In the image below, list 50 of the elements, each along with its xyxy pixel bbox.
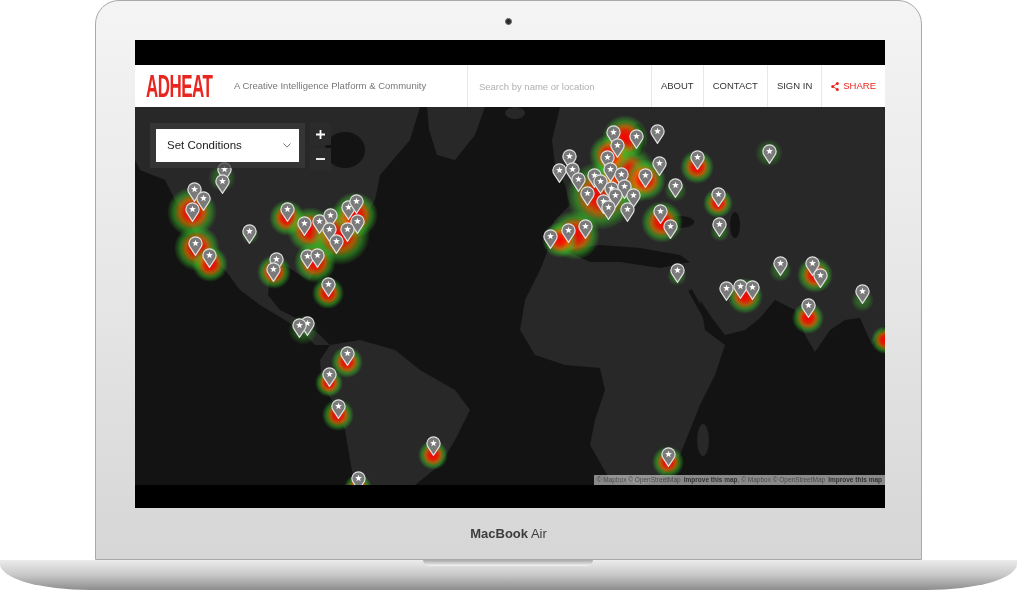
map-pin-icon[interactable] — [662, 218, 678, 239]
site-logo[interactable]: ADHEAT — [146, 70, 213, 102]
map-pin-icon[interactable] — [348, 193, 364, 214]
map-pin-icon[interactable] — [732, 278, 748, 299]
map-pin-icon[interactable] — [265, 261, 281, 282]
map-pin-icon[interactable] — [649, 123, 665, 144]
sea-shape — [730, 212, 740, 238]
map-pin-icon[interactable] — [328, 233, 344, 254]
map-pin-icon[interactable] — [800, 297, 816, 318]
map-pin-icon[interactable] — [812, 267, 828, 288]
chevron-down-icon — [283, 143, 291, 148]
plus-icon — [316, 129, 325, 139]
map-pin-icon[interactable] — [854, 283, 870, 304]
map-pin-icon[interactable] — [600, 199, 616, 220]
map-pin-icon[interactable] — [330, 398, 346, 419]
map-pin-icon[interactable] — [291, 317, 307, 338]
map-pin-icon[interactable] — [651, 155, 667, 176]
minus-icon — [316, 158, 325, 160]
map-pin-icon[interactable] — [551, 162, 567, 183]
map-pin-icon[interactable] — [667, 177, 683, 198]
map-pin-icon[interactable] — [320, 276, 336, 297]
map-pin-icon[interactable] — [425, 435, 441, 456]
island-shape — [505, 107, 525, 119]
map-pin-icon[interactable] — [195, 190, 211, 211]
map-pin-icon[interactable] — [350, 470, 366, 485]
map-pin-icon[interactable] — [689, 149, 705, 170]
map-pin-icon[interactable] — [804, 255, 820, 276]
map-pin-icon[interactable] — [321, 366, 337, 387]
device-label: MacBook Air — [470, 524, 547, 543]
camera-icon — [505, 18, 512, 25]
map-pin-icon[interactable] — [619, 201, 635, 222]
bay-shape — [325, 132, 365, 168]
map-pin-icon[interactable] — [339, 345, 355, 366]
map-pin-icon[interactable] — [542, 228, 558, 249]
map-pin-icon[interactable] — [711, 216, 727, 237]
map-pin-icon[interactable] — [570, 171, 586, 192]
map-pin-icon[interactable] — [744, 279, 760, 300]
tagline-text: A Creative Intelligence Platform & Community — [234, 78, 427, 93]
map-pin-icon[interactable] — [652, 203, 668, 224]
conditions-dropdown[interactable]: Set Conditions — [156, 129, 299, 162]
map-pin-icon[interactable] — [660, 446, 676, 467]
map-pin-icon[interactable] — [710, 186, 726, 207]
map-pin-icon[interactable] — [669, 262, 685, 283]
map-pin-icon[interactable] — [761, 143, 777, 164]
map-pin-icon[interactable] — [214, 173, 230, 194]
map-pin-icon[interactable] — [241, 223, 257, 244]
map-pin-icon[interactable] — [718, 280, 734, 301]
share-icon — [831, 81, 840, 91]
map-pin-icon[interactable] — [772, 255, 788, 276]
map-pin-icon[interactable] — [279, 201, 295, 222]
